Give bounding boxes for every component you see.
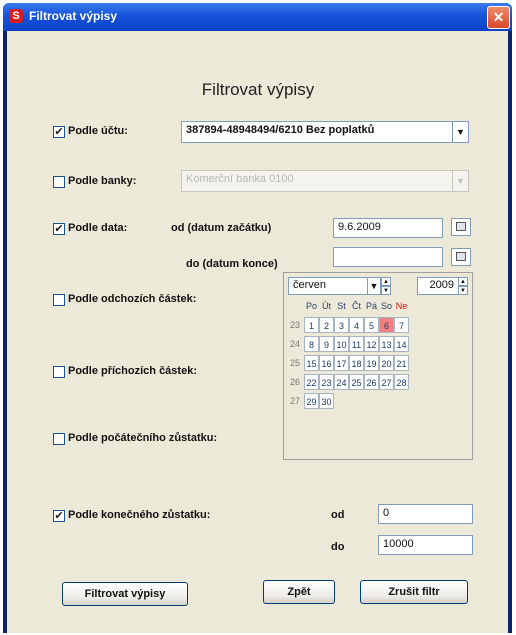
weekday-header: Čt (352, 301, 361, 311)
month-dropdown-arrow-icon[interactable]: ▼ (367, 277, 381, 295)
window-title: Filtrovat výpisy (29, 9, 118, 23)
incoming-checkbox[interactable] (53, 366, 65, 378)
calendar-day[interactable]: 29 (304, 393, 319, 409)
month-spin-down-icon[interactable]: ▼ (381, 286, 391, 295)
date-from-input[interactable]: 9.6.2009 (333, 218, 443, 238)
calendar-day[interactable]: 10 (334, 336, 349, 352)
calendar-day[interactable]: 1 (304, 317, 319, 333)
check-icon: ✔ (54, 510, 64, 522)
year-spin-up-icon[interactable]: ▲ (458, 277, 468, 286)
account-label: Podle účtu: (68, 125, 128, 137)
calendar-popup: červen ▼ ▲ ▼ 2009 ▲ ▼ Po Út St Čt Pá So Ne 23 1 2… (283, 272, 473, 460)
outgoing-checkbox[interactable] (53, 294, 65, 306)
final-balance-from-input[interactable]: 0 (378, 504, 473, 524)
calendar-day[interactable]: 23 (319, 374, 334, 390)
calendar-day[interactable]: 25 (349, 374, 364, 390)
calendar-day[interactable]: 27 (379, 374, 394, 390)
calendar-day[interactable]: 16 (319, 355, 334, 371)
month-select[interactable]: červen (288, 277, 368, 295)
bank-checkbox[interactable] (53, 176, 65, 188)
calendar-day[interactable]: 7 (394, 317, 409, 333)
date-checkbox[interactable]: ✔ (53, 223, 65, 235)
final-balance-label: Podle konečného zůstatku: (68, 509, 211, 521)
account-checkbox[interactable]: ✔ (53, 126, 65, 138)
incoming-label: Podle příchozích částek: (68, 365, 197, 377)
account-select[interactable]: 387894-48948494/6210 Bez poplatků (181, 121, 453, 143)
calendar-day[interactable]: 26 (364, 374, 379, 390)
final-balance-to-input[interactable]: 10000 (378, 535, 473, 555)
bank-label: Podle banky: (68, 175, 137, 187)
date-from-calendar-button[interactable] (451, 218, 471, 236)
calendar-day[interactable]: 3 (334, 317, 349, 333)
calendar-day[interactable]: 18 (349, 355, 364, 371)
calendar-icon (456, 222, 466, 231)
app-icon: S (9, 9, 23, 23)
calendar-day[interactable]: 19 (364, 355, 379, 371)
date-to-calendar-button[interactable] (451, 248, 471, 266)
weekday-header: Ne (395, 301, 408, 311)
week-number: 27 (289, 396, 300, 406)
calendar-day[interactable]: 5 (364, 317, 379, 333)
calendar-day[interactable]: 20 (379, 355, 394, 371)
date-to-label: do (datum konce) (186, 258, 278, 270)
calendar-day[interactable]: 21 (394, 355, 409, 371)
weekday-header: Út (322, 301, 331, 311)
calendar-day[interactable]: 12 (364, 336, 379, 352)
account-dropdown-arrow-icon[interactable]: ▼ (452, 121, 469, 143)
week-number: 23 (289, 320, 300, 330)
calendar-day[interactable]: 13 (379, 336, 394, 352)
back-button[interactable]: Zpět (263, 580, 335, 604)
calendar-day[interactable]: 24 (334, 374, 349, 390)
calendar-day[interactable]: 6 (379, 317, 394, 333)
date-label: Podle data: (68, 222, 128, 234)
date-to-input[interactable] (333, 247, 443, 267)
title-bar[interactable]: S Filtrovat výpisy ✕ (3, 3, 512, 31)
week-number: 25 (289, 358, 300, 368)
weekday-header: Po (305, 301, 317, 311)
weekday-header: Pá (365, 301, 377, 311)
year-spin-down-icon[interactable]: ▼ (458, 286, 468, 295)
calendar-day[interactable]: 11 (349, 336, 364, 352)
outgoing-label: Podle odchozích částek: (68, 293, 197, 305)
week-number: 26 (289, 377, 300, 387)
clear-filter-button[interactable]: Zrušit filtr (360, 580, 468, 604)
check-icon: ✔ (54, 126, 64, 138)
weekday-header: So (380, 301, 392, 311)
calendar-day[interactable]: 22 (304, 374, 319, 390)
calendar-icon (456, 252, 466, 261)
calendar-day[interactable]: 17 (334, 355, 349, 371)
month-spin-up-icon[interactable]: ▲ (381, 277, 391, 286)
calendar-day[interactable]: 28 (394, 374, 409, 390)
date-from-label: od (datum začátku) (171, 222, 272, 234)
week-number: 24 (289, 339, 300, 349)
close-button[interactable]: ✕ (487, 6, 510, 29)
final-balance-from-label: od (331, 509, 345, 521)
calendar-day[interactable]: 2 (319, 317, 334, 333)
final-balance-checkbox[interactable]: ✔ (53, 510, 65, 522)
initial-balance-checkbox[interactable] (53, 433, 65, 445)
initial-balance-label: Podle počátečního zůstatku: (68, 432, 218, 444)
bank-select[interactable]: Komerční banka 0100 (181, 170, 453, 192)
calendar-day[interactable]: 4 (349, 317, 364, 333)
weekday-header: St (337, 301, 346, 311)
calendar-day[interactable]: 30 (319, 393, 334, 409)
check-icon: ✔ (54, 223, 64, 235)
dialog-heading: Filtrovat výpisy (201, 80, 315, 99)
year-input[interactable]: 2009 (417, 277, 459, 295)
calendar-day[interactable]: 14 (394, 336, 409, 352)
bank-dropdown-arrow-icon[interactable]: ▼ (452, 170, 469, 192)
filter-button[interactable]: Filtrovat výpisy (62, 582, 188, 606)
calendar-day[interactable]: 8 (304, 336, 319, 352)
calendar-day[interactable]: 9 (319, 336, 334, 352)
calendar-day[interactable]: 15 (304, 355, 319, 371)
final-balance-to-label: do (331, 541, 345, 553)
